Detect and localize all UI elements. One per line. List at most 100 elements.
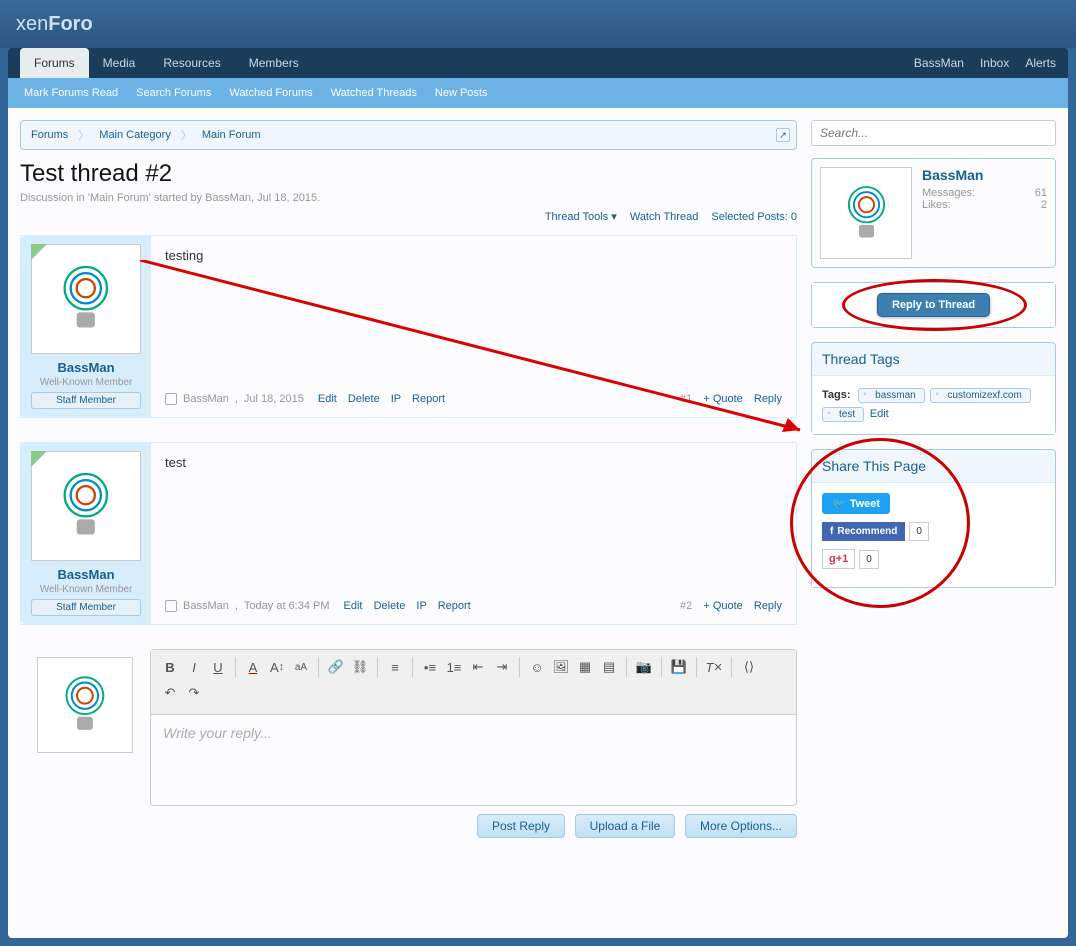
- tweet-button[interactable]: 🐦Tweet: [822, 493, 890, 514]
- editor-avatar[interactable]: [37, 657, 133, 753]
- nav-tab-members[interactable]: Members: [235, 48, 313, 78]
- thread-tools-menu[interactable]: Thread Tools ▾: [535, 211, 617, 223]
- post-edit[interactable]: Edit: [344, 600, 363, 612]
- desc-forum-link[interactable]: Main Forum: [90, 192, 149, 204]
- staff-banner: Staff Member: [31, 599, 141, 616]
- post-content: test: [165, 455, 782, 588]
- logo[interactable]: xenForo: [16, 13, 93, 36]
- redo-icon[interactable]: ↷: [183, 682, 205, 704]
- fb-recommend-button[interactable]: fRecommend: [822, 522, 905, 541]
- post-content: testing: [165, 248, 782, 381]
- underline-icon[interactable]: U: [207, 656, 229, 678]
- watch-thread[interactable]: Watch Thread: [630, 211, 698, 223]
- post-author-link[interactable]: BassMan: [183, 600, 229, 612]
- post-select-checkbox[interactable]: [165, 600, 177, 612]
- font-family-icon[interactable]: aA: [290, 656, 312, 678]
- smilie-icon[interactable]: ☺: [526, 656, 548, 678]
- crumb-forums[interactable]: Forums: [31, 129, 68, 141]
- post-author-link[interactable]: BassMan: [183, 393, 229, 405]
- remove-format-icon[interactable]: T✕: [703, 656, 725, 678]
- post-ip[interactable]: IP: [416, 600, 426, 612]
- visitor-likes-label: Likes:: [922, 199, 951, 211]
- nav-alerts[interactable]: Alerts: [1025, 56, 1056, 70]
- tag-item[interactable]: bassman: [858, 388, 925, 403]
- post-date[interactable]: Today at 6:34 PM: [244, 600, 330, 612]
- desc-user-link[interactable]: BassMan: [205, 192, 251, 204]
- code-icon[interactable]: ⟨⟩: [738, 656, 760, 678]
- link-icon[interactable]: 🔗: [325, 656, 347, 678]
- post-quote[interactable]: + Quote: [703, 393, 742, 405]
- subnav-new-posts[interactable]: New Posts: [435, 87, 488, 99]
- save-icon[interactable]: 💾: [668, 656, 690, 678]
- nav-tab-media[interactable]: Media: [89, 48, 150, 78]
- avatar[interactable]: [31, 244, 141, 354]
- list-ul-icon[interactable]: •≡: [419, 656, 441, 678]
- gplus-icon: g: [829, 553, 836, 565]
- avatar[interactable]: [31, 451, 141, 561]
- outdent-icon[interactable]: ⇤: [467, 656, 489, 678]
- nav-tab-forums[interactable]: Forums: [20, 48, 89, 78]
- post-report[interactable]: Report: [438, 600, 471, 612]
- nav-tab-resources[interactable]: Resources: [149, 48, 234, 78]
- search-input[interactable]: [811, 120, 1056, 146]
- share-page-block: Share This Page 🐦Tweet fRecommend 0 g+1 …: [811, 449, 1056, 588]
- bold-icon[interactable]: B: [159, 656, 181, 678]
- gplus-button[interactable]: g+1: [822, 549, 855, 569]
- selected-posts[interactable]: Selected Posts: 0: [711, 211, 797, 223]
- unlink-icon[interactable]: ⛓: [349, 656, 371, 678]
- post-select-checkbox[interactable]: [165, 393, 177, 405]
- tags-edit-link[interactable]: Edit: [870, 408, 889, 420]
- nav-user[interactable]: BassMan: [914, 56, 964, 70]
- subnav-watched-threads[interactable]: Watched Threads: [331, 87, 417, 99]
- post-edit[interactable]: Edit: [318, 393, 337, 405]
- fb-count: 0: [909, 522, 929, 541]
- crumb-category[interactable]: Main Category: [99, 129, 171, 141]
- upload-file-button[interactable]: Upload a File: [575, 814, 676, 838]
- thread-tags-heading: Thread Tags: [812, 343, 1055, 376]
- indent-icon[interactable]: ⇥: [491, 656, 513, 678]
- post-reply[interactable]: Reply: [754, 600, 782, 612]
- post-delete[interactable]: Delete: [348, 393, 380, 405]
- post-quote[interactable]: + Quote: [703, 600, 742, 612]
- user-block: BassMan Well-Known Member Staff Member: [21, 443, 151, 624]
- media-icon[interactable]: ▦: [574, 656, 596, 678]
- post-delete[interactable]: Delete: [374, 600, 406, 612]
- subnav-search[interactable]: Search Forums: [136, 87, 211, 99]
- text-color-icon[interactable]: A: [242, 656, 264, 678]
- nav-inbox[interactable]: Inbox: [980, 56, 1009, 70]
- twitter-icon: 🐦: [832, 497, 846, 510]
- visitor-name[interactable]: BassMan: [922, 167, 1047, 183]
- post-username[interactable]: BassMan: [29, 567, 143, 582]
- post-reply[interactable]: Reply: [754, 393, 782, 405]
- align-icon[interactable]: ≡: [384, 656, 406, 678]
- font-size-icon[interactable]: A↕: [266, 656, 288, 678]
- subnav-watched-forums[interactable]: Watched Forums: [229, 87, 312, 99]
- editor-textarea[interactable]: Write your reply...: [151, 715, 796, 805]
- user-block: BassMan Well-Known Member Staff Member: [21, 236, 151, 417]
- thread-desc: Discussion in 'Main Forum' started by Ba…: [20, 192, 797, 204]
- post-date[interactable]: Jul 18, 2015: [244, 393, 304, 405]
- visitor-avatar[interactable]: [820, 167, 912, 259]
- list-ol-icon[interactable]: 1≡: [443, 656, 465, 678]
- post-reply-button[interactable]: Post Reply: [477, 814, 565, 838]
- post-ip[interactable]: IP: [391, 393, 401, 405]
- subnav-mark-read[interactable]: Mark Forums Read: [24, 87, 118, 99]
- crumb-forum[interactable]: Main Forum: [202, 129, 261, 141]
- crumb-sep-icon: 〉: [181, 127, 192, 143]
- header: xenForo: [0, 0, 1076, 48]
- italic-icon[interactable]: I: [183, 656, 205, 678]
- post-username[interactable]: BassMan: [29, 360, 143, 375]
- image-icon[interactable]: 🖼: [550, 656, 572, 678]
- tag-item[interactable]: customizexf.com: [930, 388, 1030, 403]
- crumb-sep-icon: 〉: [78, 127, 89, 143]
- reply-to-thread-button[interactable]: Reply to Thread: [877, 293, 990, 317]
- popout-icon[interactable]: ↗: [776, 128, 790, 142]
- camera-icon[interactable]: 📷: [633, 656, 655, 678]
- tag-item[interactable]: test: [822, 407, 864, 422]
- post-number[interactable]: #1: [680, 393, 692, 405]
- post-number[interactable]: #2: [680, 600, 692, 612]
- insert-icon[interactable]: ▤: [598, 656, 620, 678]
- post-report[interactable]: Report: [412, 393, 445, 405]
- more-options-button[interactable]: More Options...: [685, 814, 797, 838]
- undo-icon[interactable]: ↶: [159, 682, 181, 704]
